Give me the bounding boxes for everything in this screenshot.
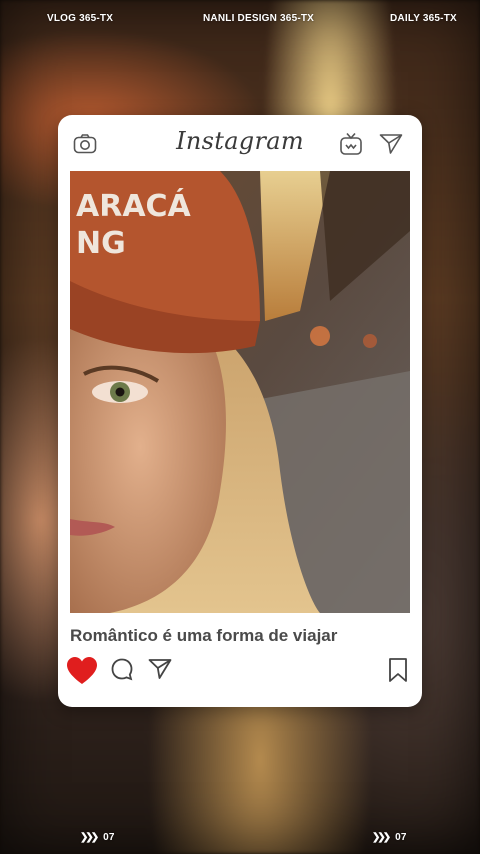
double-chevron-icon: ❯❯❯ [372, 832, 391, 843]
cap-text-line1: ARACÁ [76, 188, 192, 224]
send-icon[interactable] [378, 131, 404, 157]
top-label-left: VLOG 365-TX [47, 13, 114, 24]
share-icon[interactable] [148, 657, 172, 686]
post-photo: ARACÁ NG [70, 171, 410, 613]
bottom-label-left: ❯❯❯ 07 [80, 832, 115, 843]
instagram-logo: Instagram [176, 127, 304, 155]
top-label-center: NANLI DESIGN 365-TX [203, 13, 315, 24]
post-actions [58, 653, 422, 693]
post-caption: Romântico é uma forma de viajar [70, 626, 338, 645]
bottom-label-right: ❯❯❯ 07 [372, 832, 407, 843]
bookmark-icon[interactable] [388, 657, 408, 688]
cap-text-line2: NG [76, 226, 126, 261]
bottom-label-left-text: 07 [103, 832, 115, 843]
bottom-label-right-text: 07 [395, 832, 407, 843]
post-header: Instagram [58, 115, 422, 171]
comment-icon[interactable] [110, 657, 134, 688]
double-chevron-icon: ❯❯❯ [80, 832, 99, 843]
top-label-right: DAILY 365-TX [390, 13, 457, 24]
heart-icon[interactable] [67, 657, 97, 690]
instagram-post-card: Instagram ARACÁ NG Romântico é uma forma… [58, 115, 422, 707]
igtv-icon[interactable] [338, 131, 364, 157]
